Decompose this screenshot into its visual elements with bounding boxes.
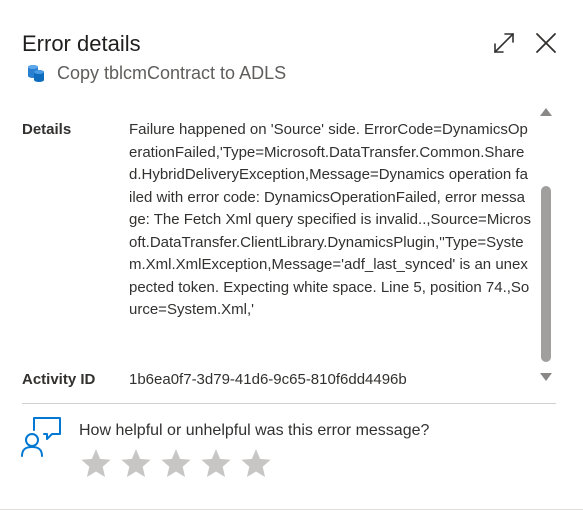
activity-id-value: 1b6ea0f7-3d79-41d6-9c65-810f6dd4496b (129, 371, 407, 388)
star-3[interactable] (156, 445, 196, 483)
close-button[interactable] (533, 30, 559, 56)
star-icon (81, 449, 111, 478)
star-4[interactable] (196, 445, 236, 483)
scroll-thumb[interactable] (541, 186, 551, 362)
star-icon (121, 449, 151, 478)
details-scrollbar[interactable] (538, 104, 554, 384)
activity-id-label: Activity ID (22, 371, 96, 388)
star-icon (241, 449, 271, 478)
details-label: Details (22, 121, 72, 138)
star-icon (201, 449, 231, 478)
panel-title: Error details (22, 31, 141, 56)
star-icon (161, 449, 191, 478)
close-icon (536, 33, 556, 53)
expand-icon (494, 33, 514, 53)
error-details-text: Failure happened on 'Source' side. Error… (129, 121, 531, 318)
feedback-icon (21, 417, 61, 457)
activity-subtitle: Copy tblcmContract to ADLS (26, 61, 286, 85)
star-rating[interactable] (76, 445, 276, 483)
divider (22, 403, 556, 404)
feedback-question: How helpful or unhelpful was this error … (79, 422, 430, 439)
star-5[interactable] (236, 445, 276, 483)
star-2[interactable] (116, 445, 156, 483)
star-1[interactable] (76, 445, 116, 483)
database-icon (28, 65, 44, 82)
activity-name: Copy tblcmContract to ADLS (57, 63, 287, 83)
scroll-down-arrow[interactable] (540, 373, 552, 381)
expand-button[interactable] (491, 30, 517, 56)
error-details-panel: Error details Copy tblcmContract to ADLS… (0, 0, 583, 510)
scroll-up-arrow[interactable] (540, 108, 552, 116)
